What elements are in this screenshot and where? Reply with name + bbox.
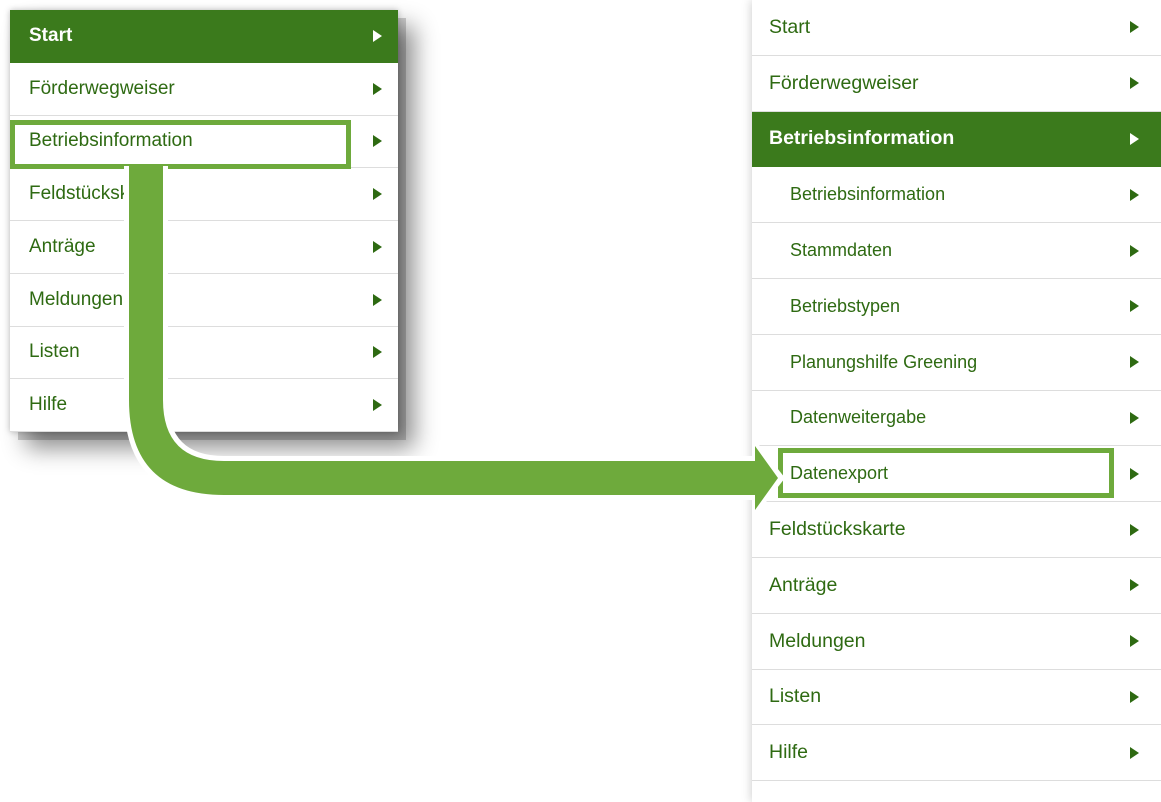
triangle-right-icon	[1130, 188, 1139, 201]
menu-item-label: Förderwegweiser	[769, 71, 919, 94]
triangle-right-icon	[1130, 579, 1139, 592]
submenu-item-label: Stammdaten	[790, 240, 893, 261]
submenu-item-stammdaten[interactable]: Stammdaten	[752, 223, 1161, 279]
right-menu-item-antraege[interactable]: Anträge	[752, 558, 1161, 614]
menu-item-label: Hilfe	[29, 394, 68, 416]
menu-item-label: Feldstückskarte	[769, 518, 906, 541]
left-menu-item-hilfe[interactable]: Hilfe	[10, 379, 398, 432]
menu-item-label: Start	[769, 15, 811, 38]
submenu-item-label: Datenweitergabe	[790, 407, 927, 428]
submenu-item-planungshilfe-greening[interactable]: Planungshilfe Greening	[752, 335, 1161, 391]
triangle-right-icon	[1130, 635, 1139, 648]
submenu-item-label: Planungshilfe Greening	[790, 351, 978, 372]
triangle-right-icon	[373, 188, 382, 201]
triangle-right-icon	[1130, 244, 1139, 257]
submenu-item-label: Datenexport	[790, 463, 889, 484]
menu-item-label: Förderwegweiser	[29, 77, 175, 99]
right-menu-item-listen[interactable]: Listen	[752, 670, 1161, 726]
triangle-right-icon	[1130, 300, 1139, 313]
triangle-right-icon	[1130, 77, 1139, 90]
menu-item-label: Feldstückskarte	[29, 183, 163, 205]
triangle-right-icon	[1130, 132, 1139, 145]
left-menu-item-listen[interactable]: Listen	[10, 327, 398, 380]
right-menu-item-betriebsinformation[interactable]: Betriebsinformation	[752, 111, 1161, 168]
menu-item-label: Anträge	[769, 573, 838, 596]
menu-item-label: Start	[29, 24, 73, 46]
triangle-right-icon	[1130, 21, 1139, 34]
menu-item-label: Betriebsinformation	[29, 130, 193, 152]
menu-item-label: Listen	[769, 685, 822, 708]
submenu-item-betriebstypen[interactable]: Betriebstypen	[752, 279, 1161, 335]
triangle-right-icon	[1130, 411, 1139, 424]
menu-item-label: Listen	[29, 341, 80, 363]
right-menu-item-foerderwegweiser[interactable]: Förderwegweiser	[752, 56, 1161, 112]
triangle-right-icon	[373, 293, 382, 306]
submenu-item-datenweitergabe[interactable]: Datenweitergabe	[752, 391, 1161, 447]
left-menu-item-antraege[interactable]: Anträge	[10, 221, 398, 274]
right-navigation-menu: Start Förderwegweiser Betriebsinformatio…	[752, 0, 1161, 802]
triangle-right-icon	[373, 240, 382, 253]
menu-item-label: Meldungen	[29, 288, 124, 310]
triangle-right-icon	[1130, 523, 1139, 536]
menu-item-label: Anträge	[29, 235, 96, 257]
triangle-right-icon	[1130, 746, 1139, 759]
left-menu-item-foerderwegweiser[interactable]: Förderwegweiser	[10, 63, 398, 116]
right-menu-item-start[interactable]: Start	[752, 0, 1161, 56]
left-menu-item-betriebsinformation[interactable]: Betriebsinformation	[10, 116, 398, 169]
left-menu-item-feldstueckskarte[interactable]: Feldstückskarte	[10, 168, 398, 221]
right-menu-item-hilfe[interactable]: Hilfe	[752, 725, 1161, 782]
submenu-item-label: Betriebstypen	[790, 295, 901, 316]
triangle-right-icon	[373, 29, 382, 42]
right-menu-item-meldungen[interactable]: Meldungen	[752, 614, 1161, 670]
triangle-right-icon	[1130, 467, 1139, 480]
triangle-right-icon	[1130, 356, 1139, 369]
menu-item-label: Hilfe	[769, 741, 809, 764]
left-menu-item-meldungen[interactable]: Meldungen	[10, 274, 398, 327]
left-menu-item-start[interactable]: Start	[10, 10, 398, 63]
right-menu-item-feldstueckskarte[interactable]: Feldstückskarte	[752, 502, 1161, 558]
triangle-right-icon	[1130, 690, 1139, 703]
triangle-right-icon	[373, 82, 382, 95]
submenu-item-label: Betriebsinformation	[790, 184, 946, 205]
triangle-right-icon	[373, 399, 382, 412]
submenu-item-betriebsinformation[interactable]: Betriebsinformation	[752, 167, 1161, 224]
menu-item-label: Meldungen	[769, 629, 866, 652]
triangle-right-icon	[373, 135, 382, 148]
submenu-item-datenexport[interactable]: Datenexport	[752, 446, 1161, 503]
left-navigation-menu: Start Förderwegweiser Betriebsinformatio…	[10, 10, 398, 432]
triangle-right-icon	[373, 346, 382, 359]
menu-item-label: Betriebsinformation	[769, 127, 955, 150]
